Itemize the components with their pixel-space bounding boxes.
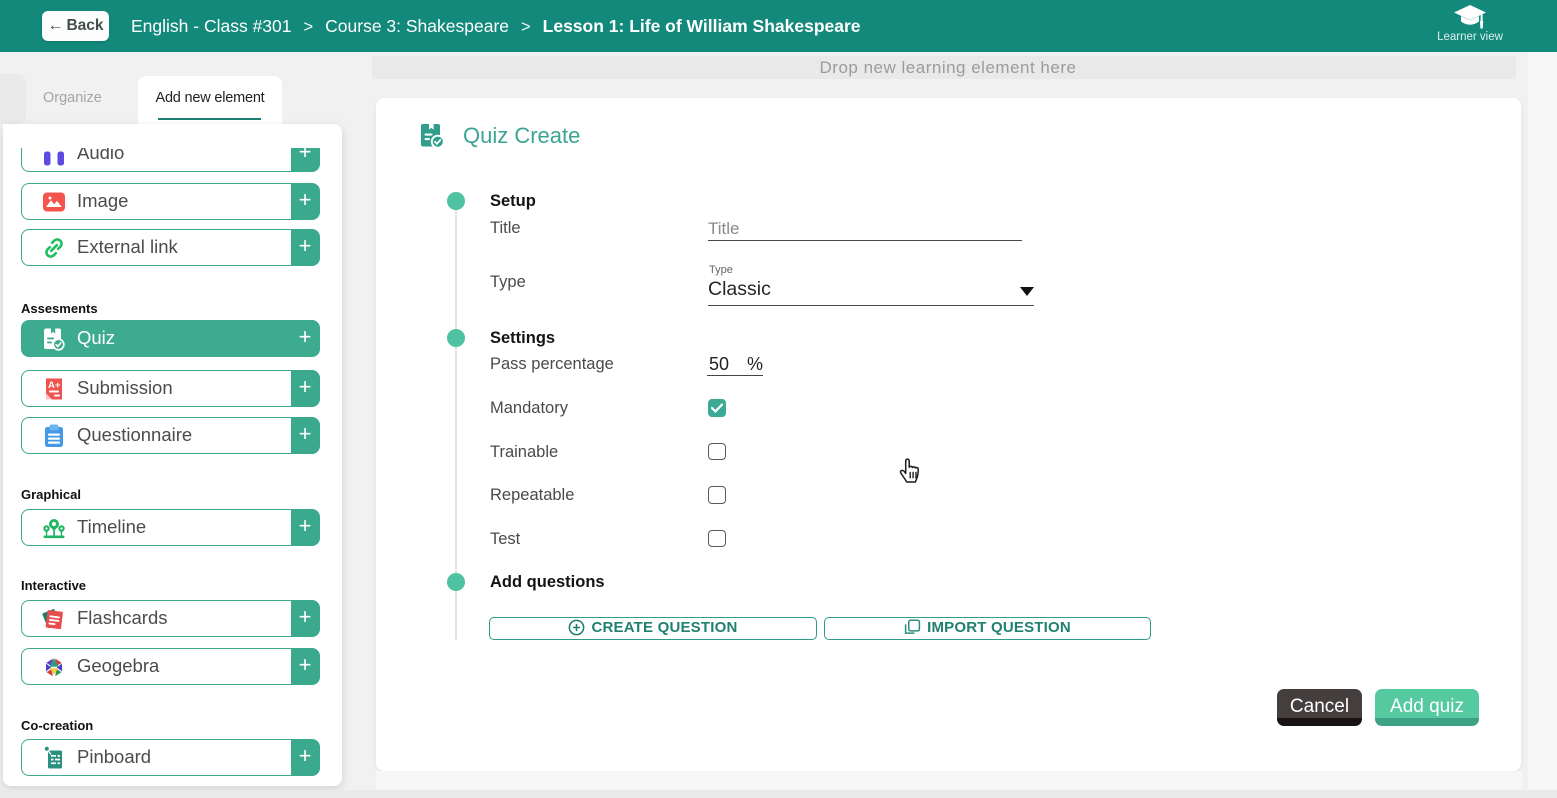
svg-text:A+: A+ <box>48 380 61 391</box>
